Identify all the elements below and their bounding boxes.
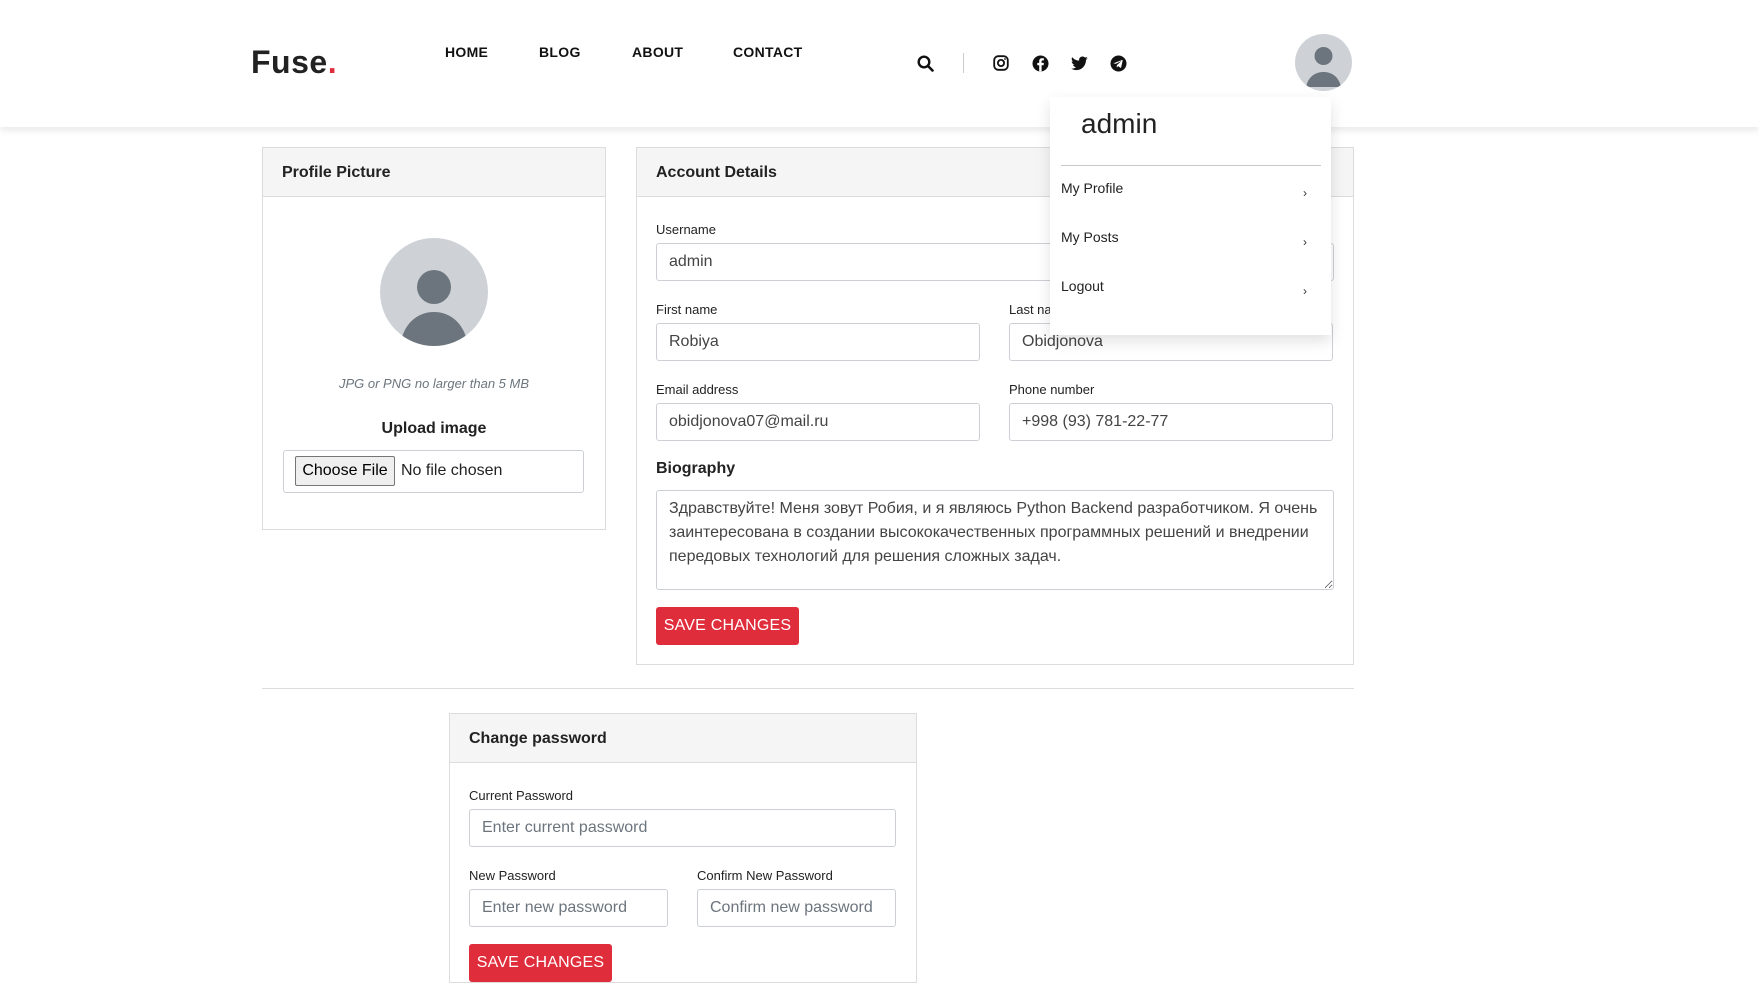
new-password-label: New Password bbox=[469, 868, 556, 883]
dropdown-divider bbox=[1061, 165, 1321, 166]
save-account-button[interactable]: SAVE CHANGES bbox=[656, 607, 799, 645]
profile-picture-title: Profile Picture bbox=[263, 148, 605, 197]
save-password-button[interactable]: SAVE CHANGES bbox=[469, 944, 612, 982]
profile-avatar bbox=[380, 238, 488, 346]
header-divider bbox=[963, 53, 964, 73]
chevron-right-icon: › bbox=[1303, 186, 1307, 200]
menu-item-my-posts[interactable]: My Posts › bbox=[1061, 229, 1321, 263]
nav-about[interactable]: ABOUT bbox=[632, 44, 683, 60]
instagram-icon[interactable] bbox=[990, 52, 1012, 74]
last-name-label: Last na bbox=[1009, 302, 1052, 317]
phone-input[interactable] bbox=[1009, 403, 1333, 441]
confirm-password-input[interactable] bbox=[697, 889, 896, 927]
search-icon[interactable] bbox=[914, 52, 936, 74]
site-header: Fuse. HOME BLOG ABOUT CONTACT bbox=[0, 0, 1759, 127]
brand-logo[interactable]: Fuse. bbox=[251, 44, 337, 81]
menu-item-logout[interactable]: Logout › bbox=[1061, 278, 1321, 312]
telegram-icon[interactable] bbox=[1107, 52, 1129, 74]
avatar[interactable] bbox=[1295, 34, 1352, 91]
nav-blog[interactable]: BLOG bbox=[539, 44, 581, 60]
upload-label: Upload image bbox=[381, 420, 487, 437]
nav-contact[interactable]: CONTACT bbox=[733, 44, 803, 60]
biography-label: Biography bbox=[656, 460, 736, 477]
menu-item-label: Logout bbox=[1061, 278, 1104, 294]
email-input[interactable] bbox=[656, 403, 980, 441]
nav-home[interactable]: HOME bbox=[445, 44, 488, 60]
phone-label: Phone number bbox=[1009, 382, 1095, 397]
brand-dot: . bbox=[327, 44, 338, 80]
no-file-text: No file chosen bbox=[401, 462, 503, 479]
upload-hint: JPG or PNG no larger than 5 MB bbox=[338, 376, 530, 391]
change-password-card: Change password Current Password New Pas… bbox=[449, 713, 917, 983]
twitter-icon[interactable] bbox=[1068, 52, 1090, 74]
section-divider bbox=[262, 688, 1354, 689]
brand-name: Fuse bbox=[251, 44, 328, 80]
new-password-input[interactable] bbox=[469, 889, 668, 927]
facebook-icon[interactable] bbox=[1029, 52, 1051, 74]
first-name-input[interactable] bbox=[656, 323, 980, 361]
email-label: Email address bbox=[656, 382, 739, 397]
chevron-right-icon: › bbox=[1303, 284, 1307, 298]
menu-item-my-profile[interactable]: My Profile › bbox=[1061, 180, 1321, 214]
file-input[interactable]: Choose File No file chosen bbox=[283, 450, 584, 493]
choose-file-button[interactable]: Choose File bbox=[295, 456, 395, 486]
current-password-input[interactable] bbox=[469, 809, 896, 847]
confirm-password-label: Confirm New Password bbox=[697, 868, 833, 883]
change-password-title: Change password bbox=[450, 714, 916, 763]
chevron-right-icon: › bbox=[1303, 235, 1307, 249]
current-password-label: Current Password bbox=[469, 788, 574, 803]
username-label: Username bbox=[656, 222, 716, 237]
profile-dropdown: admin My Profile › My Posts › Logout › bbox=[1050, 97, 1331, 335]
profile-picture-card: Profile Picture JPG or PNG no larger tha… bbox=[262, 147, 606, 530]
biography-textarea[interactable]: Здравствуйте! Меня зовут Робия, и я явля… bbox=[656, 490, 1334, 590]
menu-item-label: My Profile bbox=[1061, 180, 1124, 196]
first-name-label: First name bbox=[656, 302, 718, 317]
menu-item-label: My Posts bbox=[1061, 229, 1119, 245]
dropdown-username: admin bbox=[1081, 108, 1158, 139]
